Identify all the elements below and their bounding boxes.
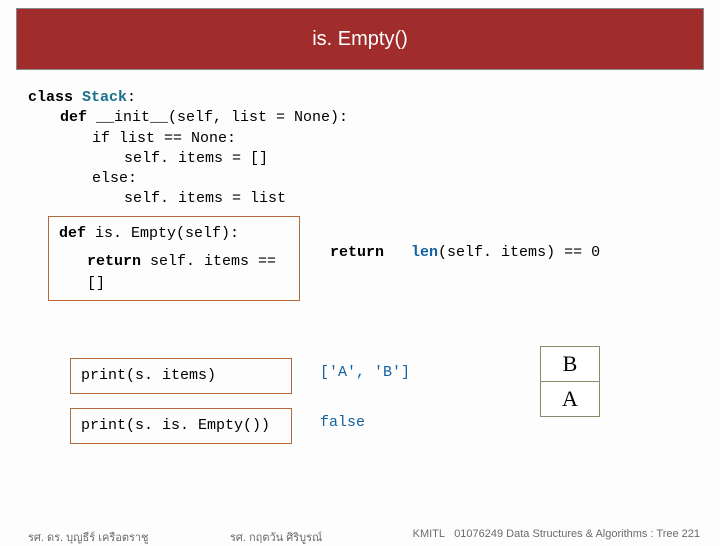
footer-mid: รศ. กฤตวัน ศิริบูรณ์ — [230, 528, 322, 546]
kw-return: return — [87, 253, 150, 270]
isempty-method-box: def is. Empty(self): return self. items … — [48, 216, 300, 301]
output-items: ['A', 'B'] — [320, 364, 410, 381]
method-sig: is. Empty(self): — [95, 225, 239, 242]
stack-diagram: B A — [540, 346, 600, 417]
output-isempty: false — [320, 414, 365, 431]
title-bar: is. Empty() — [16, 8, 704, 70]
if-line: if list == None: — [28, 129, 348, 149]
print-isempty-box: print(s. is. Empty()) — [70, 408, 292, 444]
class-name: Stack — [82, 89, 127, 106]
kw-def: def — [60, 109, 96, 126]
footer-left: รศ. ดร. บุญธีร์ เครือตราชู — [28, 528, 149, 546]
page-title: is. Empty() — [312, 28, 408, 51]
stack-cell-top: B — [540, 346, 600, 382]
footer-right: KMITL 01076249 Data Structures & Algorit… — [413, 528, 700, 540]
kw-def-2: def — [59, 225, 95, 242]
alt-return-line: return len(self. items) == 0 — [330, 244, 600, 261]
assign-list: self. items = list — [28, 189, 348, 209]
print-items-box: print(s. items) — [70, 358, 292, 394]
class-code-block: class Stack: def __init__(self, list = N… — [28, 88, 348, 210]
colon: : — [127, 89, 136, 106]
kw-return-alt: return — [330, 244, 384, 261]
stack-cell-bottom: A — [540, 382, 600, 417]
alt-rest: (self. items) == 0 — [438, 244, 600, 261]
init-sig: __init__(self, list = None): — [96, 109, 348, 126]
footer-course: 01076249 Data Structures & Algorithms : … — [454, 528, 700, 540]
else-line: else: — [28, 169, 348, 189]
footer-inst: KMITL — [413, 528, 445, 540]
print-isempty: print(s. is. Empty()) — [81, 417, 270, 434]
kw-class: class — [28, 89, 82, 106]
assign-empty: self. items = [] — [28, 149, 348, 169]
kw-len: len — [411, 244, 438, 261]
print-items: print(s. items) — [81, 367, 216, 384]
